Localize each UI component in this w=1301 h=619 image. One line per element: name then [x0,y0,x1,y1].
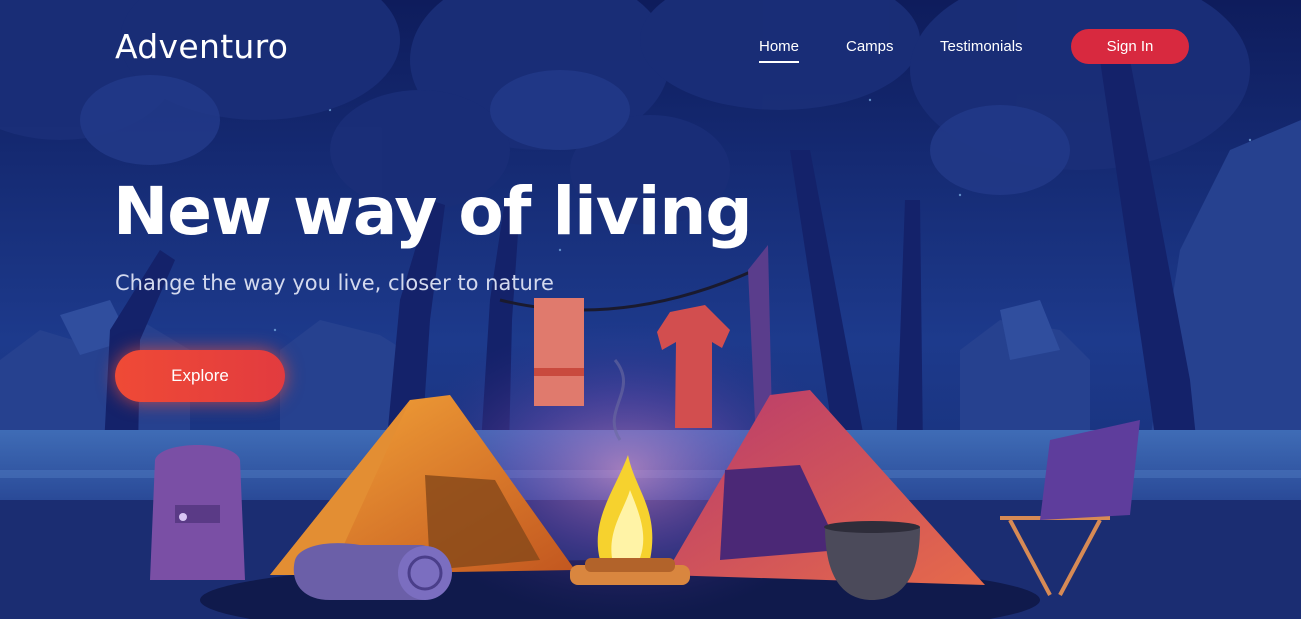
nav-testimonials-link[interactable]: Testimonials [940,38,1023,55]
hero-title: New way of living [113,173,753,250]
camping-scene-illustration [0,0,1301,619]
explore-button[interactable]: Explore [115,350,285,402]
nav-camps-link[interactable]: Camps [846,38,894,55]
brand-logo[interactable]: Adventuro [115,27,288,66]
hero-subtitle: Change the way you live, closer to natur… [115,271,554,295]
sign-in-button[interactable]: Sign In [1071,29,1189,64]
nav-home-link[interactable]: Home [759,38,800,63]
